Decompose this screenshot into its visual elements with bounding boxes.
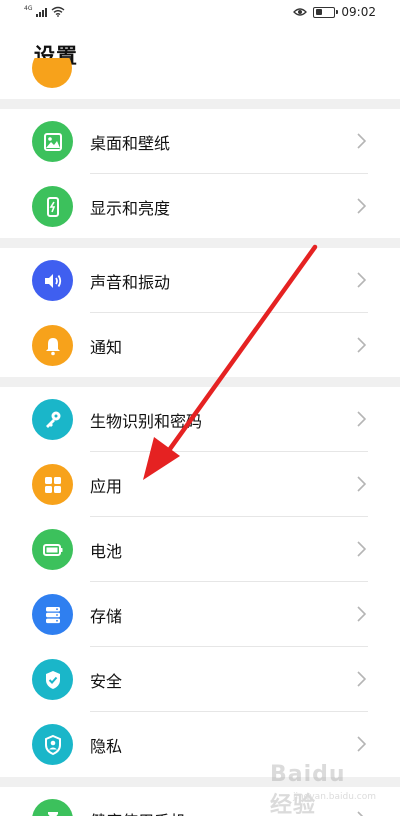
network-type-label: 4G	[24, 5, 33, 12]
settings-item-sound[interactable]: 声音和振动	[0, 248, 400, 313]
chevron-right-icon	[357, 198, 366, 214]
settings-item-label: 健康使用手机	[90, 808, 186, 816]
settings-item-storage[interactable]: 存储	[0, 582, 400, 647]
hourglass-icon	[32, 799, 73, 816]
settings-item-label: 生物识别和密码	[90, 412, 203, 431]
group-separator	[0, 238, 400, 248]
chevron-right-icon	[357, 541, 366, 557]
wifi-icon	[52, 6, 65, 17]
settings-item-security[interactable]: 安全	[0, 647, 400, 712]
group-separator	[0, 99, 400, 109]
status-left: 4G	[24, 6, 65, 17]
settings-item-label: 显示和亮度	[90, 199, 171, 218]
phone-brightness-icon	[32, 186, 73, 227]
settings-item-biometrics[interactable]: 生物识别和密码	[0, 387, 400, 452]
settings-item-label: 通知	[90, 338, 123, 357]
settings-item-display[interactable]: 显示和亮度	[0, 174, 400, 239]
chevron-right-icon	[357, 476, 366, 492]
wallpaper-icon	[32, 121, 73, 162]
clock: 09:02	[341, 5, 376, 19]
watermark: Baidu 经验 jingyan.baidu.com	[270, 762, 380, 816]
battery-status-icon	[313, 6, 339, 18]
status-right: 09:02	[293, 5, 376, 19]
signal-icon	[36, 7, 48, 17]
settings-item-label: 电池	[90, 542, 123, 561]
speaker-icon	[32, 260, 73, 301]
battery-fill	[315, 9, 322, 15]
chevron-right-icon	[357, 671, 366, 687]
settings-item-wallpaper[interactable]: 桌面和壁纸	[0, 109, 400, 174]
chevron-right-icon	[357, 272, 366, 288]
shield-check-icon	[32, 659, 73, 700]
settings-item-apps[interactable]: 应用	[0, 452, 400, 517]
chevron-right-icon	[357, 337, 366, 353]
chevron-right-icon	[357, 411, 366, 427]
partial-scrolled-icon	[32, 58, 72, 88]
settings-item-battery[interactable]: 电池	[0, 517, 400, 582]
settings-item-label: 存储	[90, 607, 123, 626]
bell-icon	[32, 325, 73, 366]
settings-item-label: 隐私	[90, 737, 123, 756]
watermark-url: jingyan.baidu.com	[292, 792, 376, 802]
group-separator	[0, 377, 400, 387]
key-icon	[32, 399, 73, 440]
status-bar: 4G 09:02	[0, 0, 400, 26]
chevron-right-icon	[357, 133, 366, 149]
watermark-logo-text: Baidu 经验	[270, 762, 346, 816]
settings-item-notifications[interactable]: 通知	[0, 313, 400, 378]
settings-item-label: 应用	[90, 477, 123, 496]
eye-comfort-icon	[293, 8, 308, 16]
chevron-right-icon	[357, 606, 366, 622]
settings-item-label: 安全	[90, 672, 123, 691]
storage-icon	[32, 594, 73, 635]
apps-grid-icon	[32, 464, 73, 505]
battery-icon	[32, 529, 73, 570]
settings-item-label: 声音和振动	[90, 273, 171, 292]
privacy-shield-icon	[32, 724, 73, 765]
chevron-right-icon	[357, 736, 366, 752]
settings-item-label: 桌面和壁纸	[90, 134, 171, 153]
